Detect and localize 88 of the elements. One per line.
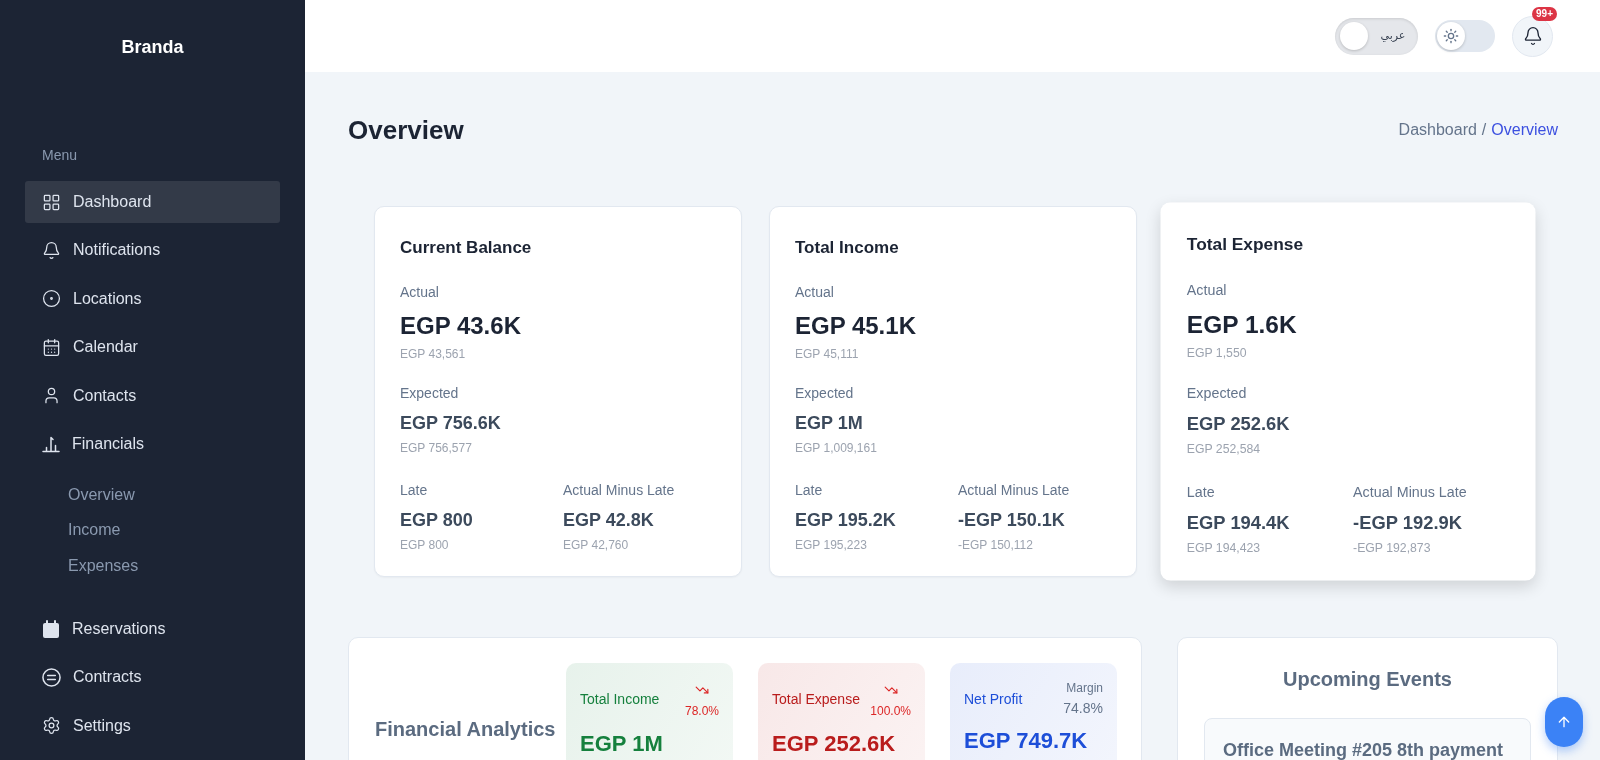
metric-exact-value: EGP 252,584: [1186, 441, 1261, 458]
metric-exact-value: EGP 1,550: [1186, 345, 1247, 362]
metric-label: Expected: [400, 385, 459, 401]
metric-exact-value: EGP 756,577: [400, 440, 472, 456]
margin-caption: Margin: [1066, 680, 1103, 696]
sidebar-item[interactable]: Financials: [25, 422, 280, 465]
submenu-link[interactable]: Overview: [68, 482, 135, 507]
metric-label: Actual Minus Late: [1353, 483, 1467, 501]
sidebar-item[interactable]: Locations: [25, 277, 280, 320]
metric-label: Actual: [1186, 281, 1227, 299]
tile-value: EGP 252.6K: [772, 730, 896, 758]
user-icon: [42, 386, 61, 406]
card-title: Current Balance: [400, 237, 532, 259]
metric-exact-value: EGP 194,423: [1186, 539, 1261, 557]
brand-name: Branda: [121, 35, 184, 59]
event-item[interactable]: Office Meeting #205 8th payment: [1204, 718, 1531, 760]
metric-value: EGP 1M: [795, 412, 863, 435]
metric-exact-value: EGP 800: [400, 537, 449, 553]
metric-value: EGP 252.6K: [1186, 412, 1290, 436]
tile-label: Total Expense: [772, 690, 860, 709]
metric-value: EGP 1.6K: [1186, 309, 1297, 340]
metric-label: Actual: [795, 284, 834, 300]
settings-icon: [42, 716, 61, 736]
submenu-link[interactable]: Income: [68, 518, 121, 543]
sidebar-item[interactable]: Settings: [25, 704, 280, 747]
metric-value: EGP 800: [400, 509, 473, 532]
metric-exact-value: -EGP 150,112: [958, 537, 1033, 553]
sidebar-item[interactable]: Reservations: [25, 607, 280, 650]
metric-label: Actual Minus Late: [958, 482, 1070, 498]
sun-icon: [1437, 22, 1465, 50]
tile-value: EGP 749.7K: [964, 727, 1088, 755]
breadcrumb-link[interactable]: Overview: [1491, 118, 1558, 142]
metric-label: Late: [400, 482, 428, 498]
breadcrumb-separator: /: [1481, 120, 1487, 140]
metric-value: EGP 43.6K: [400, 311, 521, 341]
metric-value: EGP 195.2K: [795, 509, 896, 532]
tile-value: EGP 1M: [580, 730, 663, 758]
metric-value: -EGP 150.1K: [958, 509, 1065, 532]
grid-icon: [42, 192, 61, 212]
section-title: Financial Analytics: [375, 718, 556, 740]
menu-heading: Menu: [42, 147, 78, 163]
metric-value: EGP 194.4K: [1186, 511, 1290, 535]
metric-exact-value: EGP 42,760: [563, 537, 629, 553]
metric-exact-value: EGP 1,009,161: [795, 440, 877, 456]
circle-lines-icon: [42, 667, 61, 687]
language-toggle[interactable]: عربي: [1335, 17, 1418, 55]
metric-label: Late: [1186, 483, 1215, 501]
bell-icon: [1522, 26, 1543, 46]
theme-toggle[interactable]: [1435, 20, 1495, 52]
card-title: Total Expense: [1186, 233, 1304, 257]
metric-value: EGP 42.8K: [563, 509, 654, 532]
metric-value: -EGP 192.9K: [1353, 511, 1462, 535]
sidebar-item[interactable]: Calendar: [25, 326, 280, 369]
change-percent: 78.0%: [684, 703, 719, 719]
sidebar-item[interactable]: Contracts: [25, 656, 280, 699]
tile-label: Total Income: [580, 690, 660, 709]
notifications-button[interactable]: [1512, 15, 1553, 57]
page-title: Overview: [348, 114, 464, 146]
metric-exact-value: EGP 45,111: [795, 346, 859, 362]
metric-label: Actual Minus Late: [563, 482, 675, 498]
change-percent: 100.0%: [870, 703, 911, 719]
tile-label: Net Profit: [964, 690, 1023, 709]
metric-label: Expected: [1186, 384, 1247, 402]
notification-badge: 99+: [1532, 6, 1557, 21]
calendar-icon: [42, 337, 61, 357]
metric-label: Actual: [400, 284, 439, 300]
metric-label: Late: [795, 482, 823, 498]
submenu-link[interactable]: Expenses: [68, 553, 139, 578]
breadcrumb-link[interactable]: Dashboard: [1398, 118, 1477, 142]
card-title: Total Income: [795, 237, 899, 259]
bar-chart-icon: [42, 434, 60, 453]
circle-dot-icon: [42, 289, 61, 309]
metric-exact-value: EGP 43,561: [400, 346, 466, 362]
metric-exact-value: -EGP 192,873: [1353, 539, 1431, 557]
metric-value: EGP 45.1K: [795, 311, 916, 341]
sidebar-item[interactable]: Dashboard: [25, 181, 280, 223]
event-title: Office Meeting #205 8th payment: [1223, 740, 1504, 760]
margin-percent: 74.8%: [1063, 699, 1103, 718]
sidebar-item[interactable]: Notifications: [25, 229, 280, 272]
calendar-icon: [42, 619, 60, 638]
metric-exact-value: EGP 195,223: [795, 537, 867, 553]
bell-icon: [42, 240, 61, 260]
language-label: عربي: [1379, 27, 1407, 44]
toggle-knob-icon: [1340, 22, 1368, 50]
section-title: Upcoming Events: [1283, 668, 1452, 690]
sidebar-item[interactable]: Contacts: [25, 374, 280, 417]
metric-label: Expected: [795, 385, 854, 401]
metric-value: EGP 756.6K: [400, 412, 501, 435]
